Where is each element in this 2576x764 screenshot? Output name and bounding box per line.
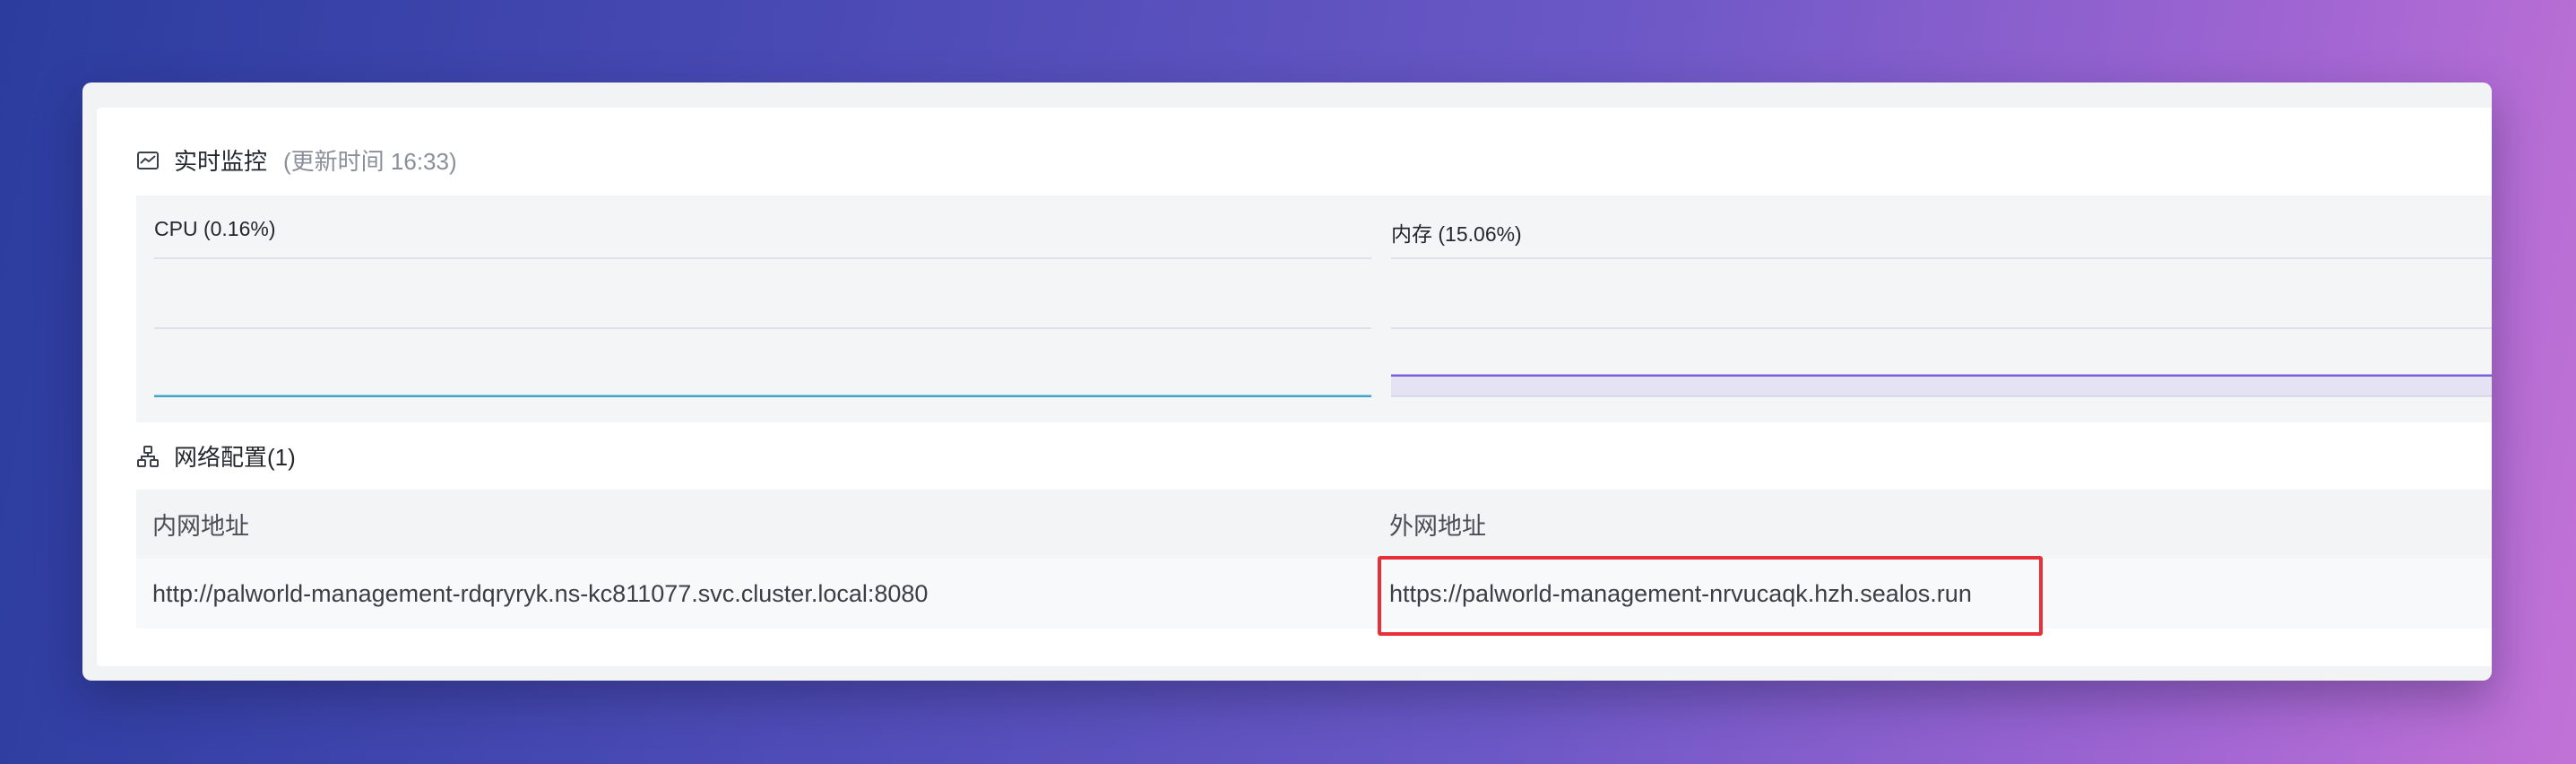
network-icon (136, 445, 160, 468)
memory-chart: 内存 (15.06%) (1391, 195, 2492, 422)
monitor-charts: CPU (0.16%) 内存 (15.06%) (136, 195, 2492, 422)
cpu-chart: CPU (0.16%) (154, 195, 1371, 422)
monitor-section-header: 实时监控 (更新时间 16:33) (136, 143, 457, 177)
external-address-link[interactable]: https://palworld-management-nrvucaqk.hzh… (1389, 559, 1972, 629)
table-header-row: 内网地址 外网地址 (136, 490, 2492, 559)
memory-area (1391, 375, 2492, 396)
internal-address[interactable]: http://palworld-management-rdqryryk.ns-k… (152, 559, 928, 629)
memory-chart-title: 内存 (15.06%) (1391, 222, 1522, 246)
memory-chart-plot (1391, 257, 2492, 397)
monitor-title: 实时监控 (174, 148, 268, 175)
detail-panel: 实时监控 (更新时间 16:33) CPU (0.16%) 内存 (15.06%… (97, 108, 2492, 666)
table-row: http://palworld-management-rdqryryk.ns-k… (136, 559, 2492, 629)
update-time: (更新时间 16:33) (283, 148, 457, 175)
app-window: 实时监控 (更新时间 16:33) CPU (0.16%) 内存 (15.06%… (82, 82, 2492, 681)
cpu-chart-title: CPU (0.16%) (154, 217, 276, 240)
column-header-internal: 内网地址 (152, 513, 249, 540)
cpu-chart-plot (154, 257, 1371, 398)
line-chart-icon (136, 149, 160, 172)
network-table: 内网地址 外网地址 http://palworld-management-rdq… (136, 490, 2492, 629)
network-title: 网络配置(1) (174, 444, 296, 471)
network-section-header: 网络配置(1) (136, 439, 296, 473)
column-header-external: 外网地址 (1389, 513, 1486, 540)
